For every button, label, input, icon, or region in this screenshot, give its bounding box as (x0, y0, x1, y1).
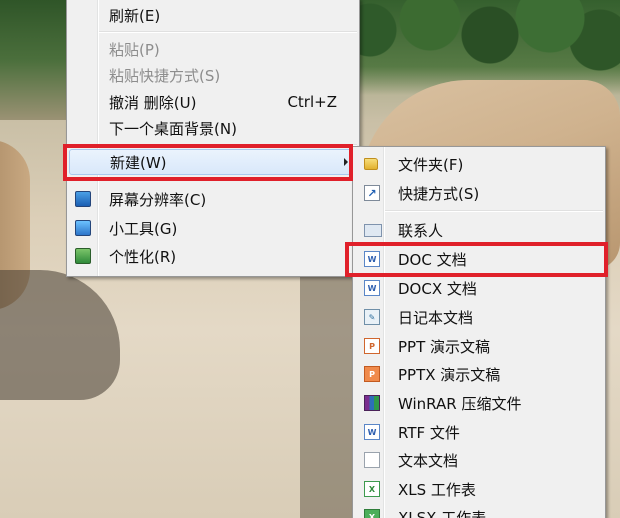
menu-item-label: 小工具(G) (109, 219, 178, 238)
menu-item-refresh[interactable]: 刷新(E) (69, 2, 357, 28)
submenu-item-xls[interactable]: X XLS 工作表 (355, 476, 603, 502)
submenu-item-label: PPT 演示文稿 (398, 337, 491, 356)
menu-item-label: 撤消 删除(U) (109, 93, 197, 112)
menu-item-screen-resolution[interactable]: 屏幕分辨率(C) (69, 186, 357, 212)
xls-icon: X (364, 481, 380, 497)
submenu-arrow-icon (344, 158, 348, 166)
submenu-item-winrar[interactable]: WinRAR 压缩文件 (355, 390, 603, 416)
submenu-item-label: 日记本文档 (398, 308, 474, 327)
text-doc-icon (364, 452, 380, 468)
submenu-item-xlsx[interactable]: X XLSX 工作表 (355, 504, 603, 518)
winrar-icon (364, 395, 380, 411)
menu-item-label: 刷新(E) (109, 6, 161, 25)
menu-item-label: 新建(W) (110, 153, 167, 172)
submenu-item-label: DOC 文档 (398, 250, 467, 269)
menu-separator (99, 144, 357, 146)
submenu-item-ppt[interactable]: P PPT 演示文稿 (355, 333, 603, 359)
menu-separator (99, 179, 357, 181)
menu-item-label: 粘贴快捷方式(S) (109, 66, 221, 85)
journal-icon: ✎ (364, 309, 380, 325)
menu-item-undo-delete[interactable]: 撤消 删除(U) Ctrl+Z (69, 89, 357, 115)
menu-item-label: 粘贴(P) (109, 40, 160, 59)
menu-item-label: 屏幕分辨率(C) (109, 190, 207, 209)
xlsx-icon: X (364, 509, 380, 518)
menu-item-next-background[interactable]: 下一个桌面背景(N) (69, 115, 357, 141)
submenu-item-doc[interactable]: W DOC 文档 (355, 246, 603, 272)
shortcut-icon: ↗ (364, 185, 380, 201)
word-docx-icon: W (364, 280, 380, 296)
new-submenu: 文件夹(F) ↗ 快捷方式(S) 联系人 W DOC 文档 W DOCX 文档 … (352, 146, 606, 518)
submenu-item-label: DOCX 文档 (398, 279, 477, 298)
submenu-item-label: 联系人 (398, 221, 444, 240)
desktop-context-menu: 刷新(E) 粘贴(P) 粘贴快捷方式(S) 撤消 删除(U) Ctrl+Z 下一… (66, 0, 360, 277)
submenu-item-label: XLSX 工作表 (398, 508, 487, 518)
submenu-item-label: XLS 工作表 (398, 480, 476, 499)
submenu-item-journal[interactable]: ✎ 日记本文档 (355, 304, 603, 330)
submenu-item-shortcut[interactable]: ↗ 快捷方式(S) (355, 180, 603, 206)
wallpaper-trees-left (0, 0, 70, 120)
rtf-icon: W (364, 424, 380, 440)
personalize-icon (75, 248, 91, 264)
screen-resolution-icon (75, 191, 91, 207)
menu-separator (385, 210, 603, 212)
submenu-item-contact[interactable]: 联系人 (355, 217, 603, 243)
menu-item-personalize[interactable]: 个性化(R) (69, 243, 357, 269)
gadgets-icon (75, 220, 91, 236)
menu-item-gadgets[interactable]: 小工具(G) (69, 215, 357, 241)
submenu-item-folder[interactable]: 文件夹(F) (355, 151, 603, 177)
pptx-icon: P (364, 366, 380, 382)
contact-icon (364, 224, 382, 237)
folder-icon (364, 158, 378, 170)
submenu-item-label: RTF 文件 (398, 423, 460, 442)
menu-item-shortcut: Ctrl+Z (287, 93, 337, 111)
ppt-icon: P (364, 338, 380, 354)
submenu-item-text[interactable]: 文本文档 (355, 447, 603, 473)
menu-item-paste[interactable]: 粘贴(P) (69, 36, 357, 62)
menu-item-new[interactable]: 新建(W) (69, 149, 357, 175)
submenu-item-label: WinRAR 压缩文件 (398, 394, 522, 413)
menu-item-label: 下一个桌面背景(N) (109, 119, 237, 138)
menu-separator (99, 31, 357, 33)
submenu-item-label: 文本文档 (398, 451, 459, 470)
submenu-item-label: 文件夹(F) (398, 155, 464, 174)
submenu-item-docx[interactable]: W DOCX 文档 (355, 275, 603, 301)
submenu-item-rtf[interactable]: W RTF 文件 (355, 419, 603, 445)
submenu-item-label: PPTX 演示文稿 (398, 365, 501, 384)
menu-item-paste-shortcut[interactable]: 粘贴快捷方式(S) (69, 62, 357, 88)
menu-item-label: 个性化(R) (109, 247, 177, 266)
submenu-item-pptx[interactable]: P PPTX 演示文稿 (355, 361, 603, 387)
submenu-item-label: 快捷方式(S) (398, 184, 480, 203)
word-doc-icon: W (364, 251, 380, 267)
